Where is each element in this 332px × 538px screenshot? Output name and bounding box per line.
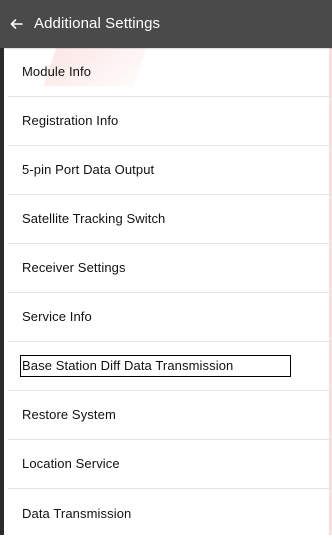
menu-item-label: Base Station Diff Data Transmission	[22, 358, 234, 373]
menu-item-5-pin-port-data-output[interactable]: 5-pin Port Data Output	[8, 146, 332, 195]
menu-item-base-station-diff-data-transmission[interactable]: Base Station Diff Data Transmission	[8, 342, 332, 391]
menu-item-label: 5-pin Port Data Output	[22, 162, 155, 177]
settings-screen: Additional Settings Module Info Registra…	[0, 0, 332, 535]
page-title: Additional Settings	[34, 15, 161, 32]
back-arrow-icon[interactable]	[8, 16, 24, 32]
left-edge-bar	[0, 0, 4, 535]
menu-item-restore-system[interactable]: Restore System	[8, 391, 332, 440]
menu-item-label: Restore System	[22, 407, 116, 422]
menu-item-label: Registration Info	[22, 113, 119, 128]
menu-item-label: Receiver Settings	[22, 260, 126, 275]
menu-item-label: Satellite Tracking Switch	[22, 211, 166, 226]
menu-item-satellite-tracking-switch[interactable]: Satellite Tracking Switch	[8, 195, 332, 244]
menu-item-location-service[interactable]: Location Service	[8, 440, 332, 489]
menu-item-label: Service Info	[22, 309, 92, 324]
menu-item-label: Module Info	[22, 64, 92, 79]
top-app-bar: Additional Settings	[0, 0, 332, 48]
menu-item-label: Location Service	[22, 456, 120, 471]
menu-item-receiver-settings[interactable]: Receiver Settings	[8, 244, 332, 293]
menu-item-data-transmission[interactable]: Data Transmission	[8, 489, 332, 538]
menu-item-service-info[interactable]: Service Info	[8, 293, 332, 342]
menu-item-label: Data Transmission	[22, 505, 132, 521]
settings-list: Module Info Registration Info 5-pin Port…	[8, 48, 332, 538]
menu-item-module-info[interactable]: Module Info	[8, 48, 332, 97]
menu-item-registration-info[interactable]: Registration Info	[8, 97, 332, 146]
